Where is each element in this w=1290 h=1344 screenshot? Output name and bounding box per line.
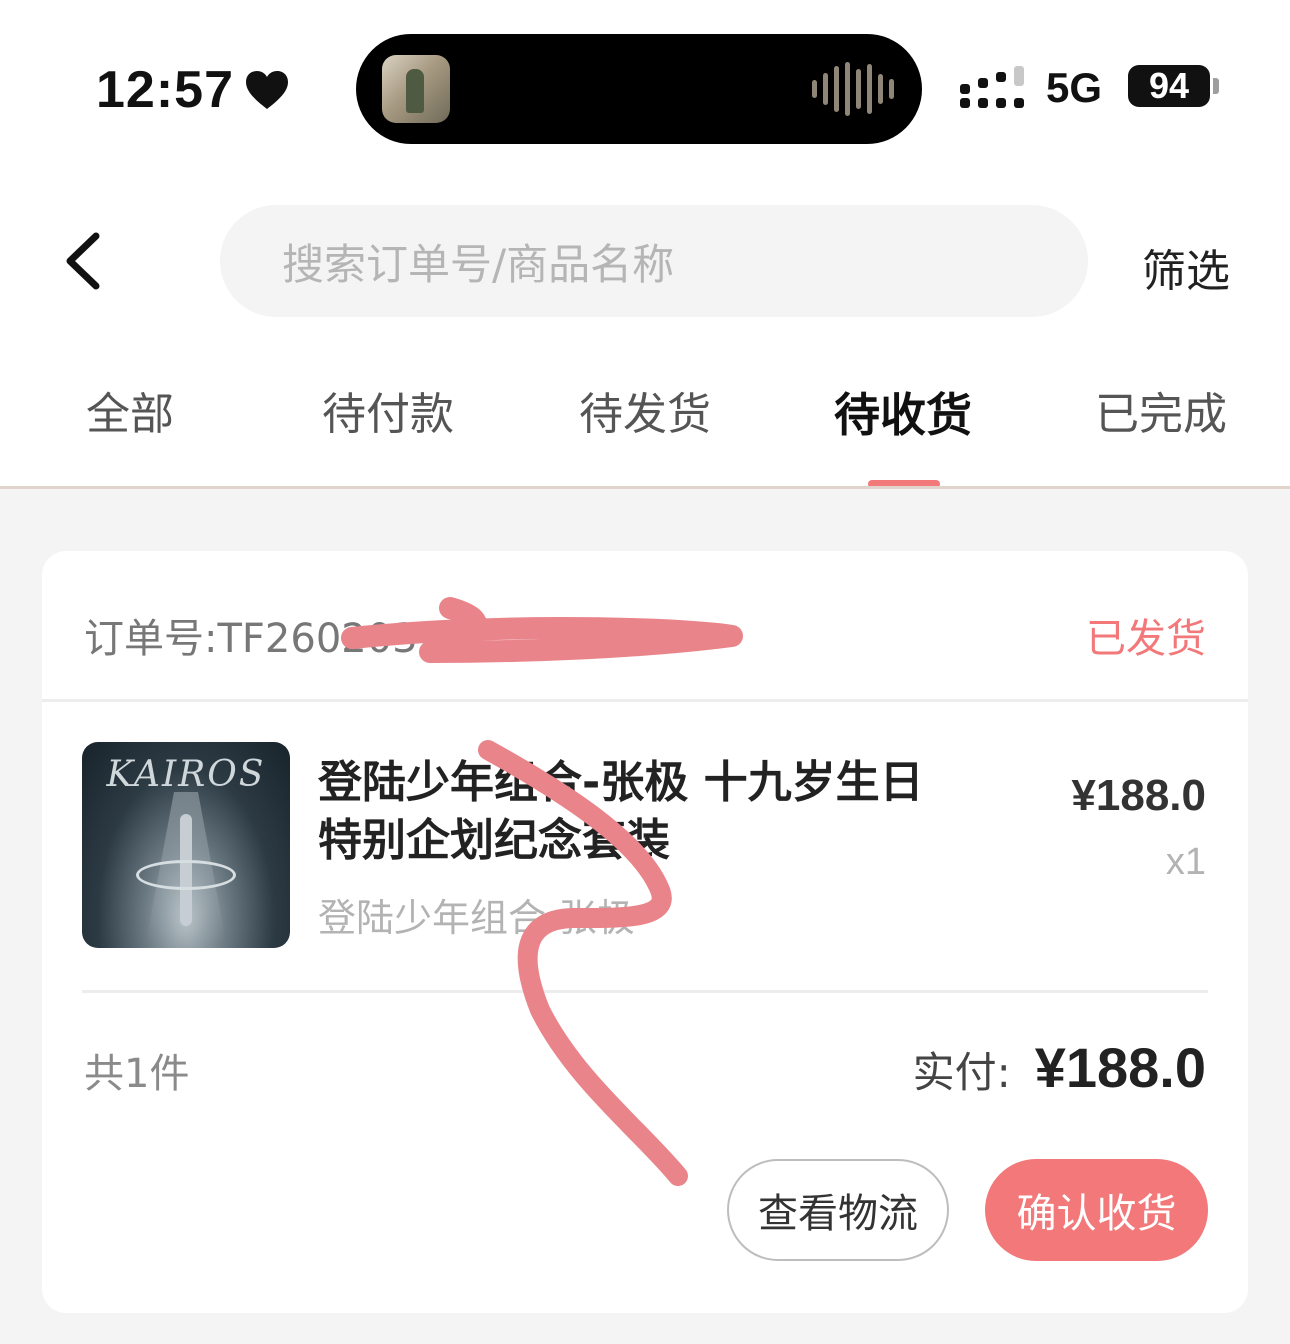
tab-all[interactable]: 全部 [30,380,230,450]
card-divider [42,699,1248,702]
tab-pending-shipment[interactable]: 待发货 [545,380,745,450]
top-area: 12:57 5G 94 搜索订单号/商品名称 筛选 全部 待付款 待发货 待收货… [0,0,1290,488]
product-price: ¥188.0 [1071,771,1206,820]
now-playing-artwork [382,55,450,123]
paid-summary: 实付: ¥188.0 [913,1035,1206,1100]
product-cover-text: KAIROS [106,754,266,795]
view-logistics-button[interactable]: 查看物流 [727,1159,949,1261]
network-type: 5G [1046,64,1103,111]
paid-label: 实付: [912,1048,1011,1097]
heart-icon [246,71,288,109]
order-number: 订单号:TF260203 [84,616,418,662]
tab-pending-payment[interactable]: 待付款 [288,380,488,450]
audio-waveform-icon [812,62,894,116]
summary-divider [82,990,1208,993]
clock-time: 12:57 [96,61,234,119]
chevron-left-icon[interactable] [60,230,106,292]
filter-button[interactable]: 筛选 [1142,235,1230,299]
tab-completed[interactable]: 已完成 [1061,380,1261,450]
item-count: 共1件 [84,1051,190,1097]
order-status: 已发货 [1086,616,1206,662]
product-spec: 登陆少年组合:张极 [318,896,635,940]
paid-amount: ¥188.0 [1034,1036,1206,1099]
product-name[interactable]: 登陆少年组合-张极 十九岁生日特别企划纪念套装 [318,754,938,870]
fountain-basin [136,860,236,890]
tab-divider [0,486,1290,489]
order-tabs: 全部 待付款 待发货 待收货 已完成 [0,380,1290,450]
search-input[interactable]: 搜索订单号/商品名称 [220,205,1088,317]
signal-icon [960,66,1024,108]
dynamic-island[interactable] [356,34,922,144]
confirm-receipt-button[interactable]: 确认收货 [985,1159,1208,1261]
product-image[interactable]: KAIROS [82,742,290,948]
battery-cap [1213,78,1219,94]
search-placeholder: 搜索订单号/商品名称 [282,239,675,289]
product-quantity: x1 [1165,841,1206,883]
battery-level: 94 [1128,65,1210,107]
order-card[interactable]: 订单号:TF260203 已发货 KAIROS 登陆少年组合-张极 十九岁生日特… [42,551,1248,1313]
status-clock: 12:57 [96,60,290,120]
tab-pending-receipt[interactable]: 待收货 [803,380,1003,450]
